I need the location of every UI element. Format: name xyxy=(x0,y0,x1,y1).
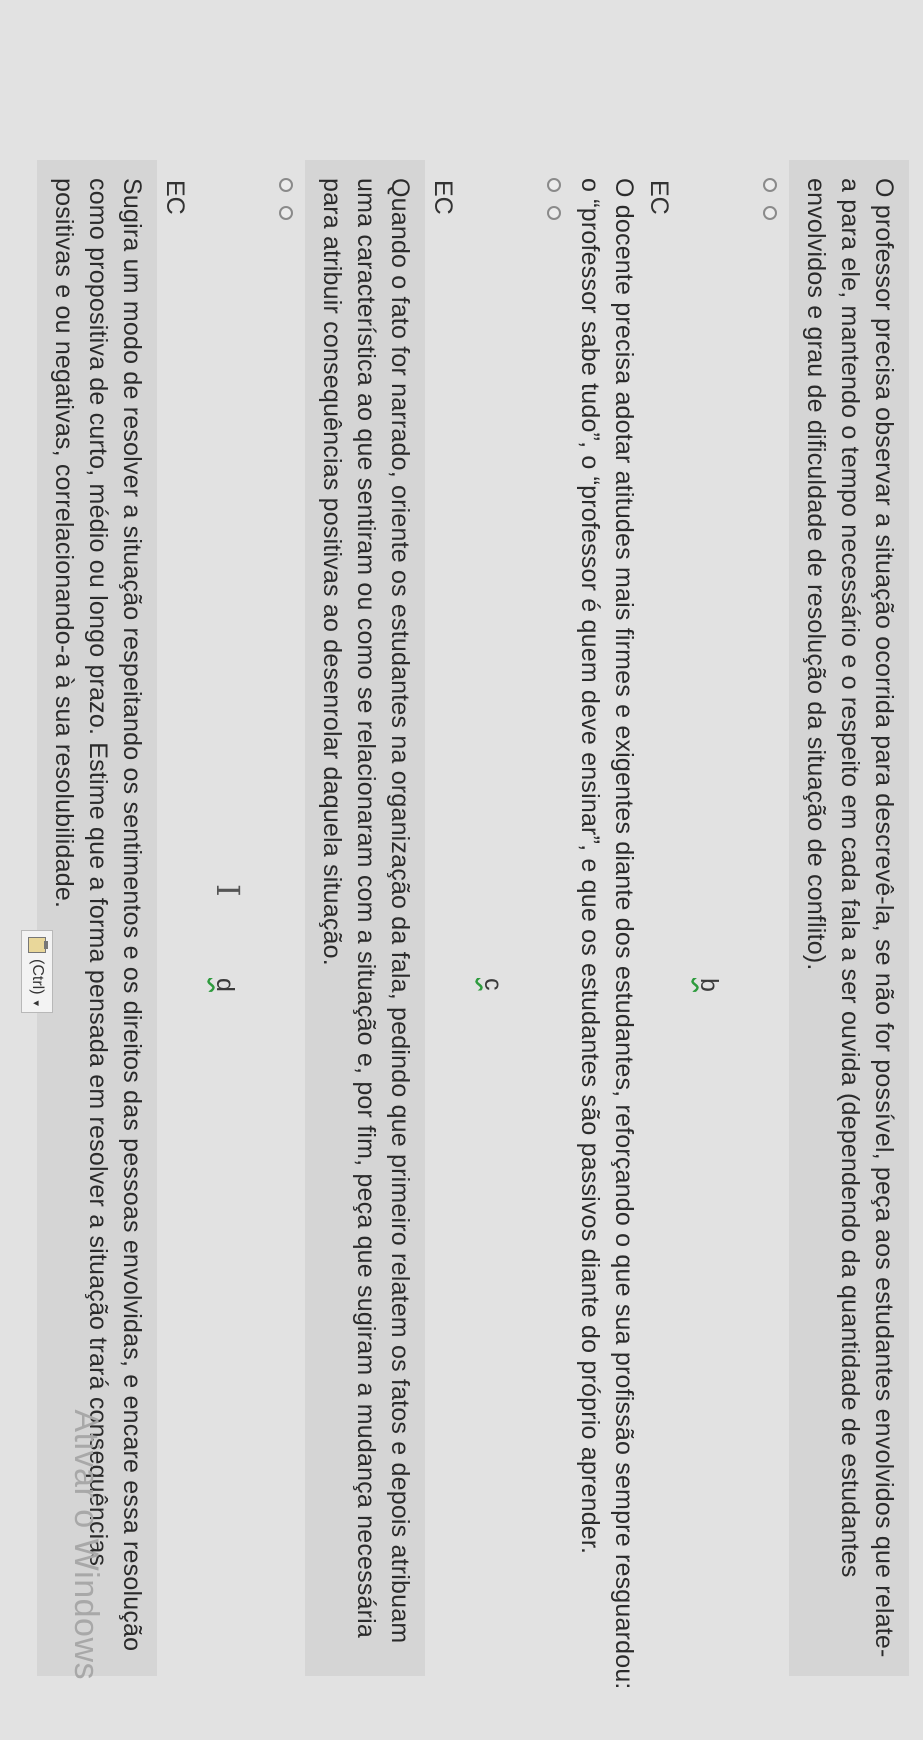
paragraph-c-text: Quando o fato for narrado, oriente os es… xyxy=(318,178,414,1644)
radio-row-b xyxy=(537,178,571,1700)
radio-option-5[interactable] xyxy=(279,178,293,192)
ibeam-icon: I xyxy=(209,884,247,897)
paragraph-a-text: O professor precisa observar a situação … xyxy=(802,178,898,1658)
ec-label-c: EC xyxy=(429,180,457,215)
spacer-c: c xyxy=(459,178,537,1700)
radio-option-4[interactable] xyxy=(547,206,561,220)
ec-label-b: EC xyxy=(645,180,673,215)
option-letter-d: d xyxy=(211,978,239,992)
document-page: O professor precisa observar a situação … xyxy=(0,0,923,1740)
paragraph-a-block: O professor precisa observar a situação … xyxy=(789,160,909,1676)
spacer-d: I d xyxy=(191,178,269,1700)
paragraph-c-block: Quando o fato for narrado, oriente os es… xyxy=(305,160,425,1676)
radio-row-a xyxy=(753,178,787,1700)
paragraph-b-block: O docente precisa adotar atitudes mais f… xyxy=(573,178,641,1700)
ec-label-d: EC xyxy=(161,180,189,215)
radio-option-2[interactable] xyxy=(763,206,777,220)
document-body: O professor precisa observar a situação … xyxy=(0,0,923,1740)
option-letter-b: b xyxy=(695,978,723,992)
option-letter-c: c xyxy=(479,978,507,991)
paste-options-button[interactable]: (Ctrl) ▾ xyxy=(21,930,53,1014)
radio-row-c xyxy=(269,178,303,1700)
radio-option-6[interactable] xyxy=(279,206,293,220)
clipboard-icon xyxy=(28,937,46,953)
paste-options-label: (Ctrl) xyxy=(29,959,46,995)
chevron-down-icon: ▾ xyxy=(30,1000,43,1007)
spacer-b: b xyxy=(675,178,753,1700)
windows-activation-watermark: Ativar o Windows xyxy=(67,1409,105,1680)
radio-option-1[interactable] xyxy=(763,178,777,192)
radio-option-3[interactable] xyxy=(547,178,561,192)
paragraph-b-text: O docente precisa adotar atitudes mais f… xyxy=(576,178,638,1690)
